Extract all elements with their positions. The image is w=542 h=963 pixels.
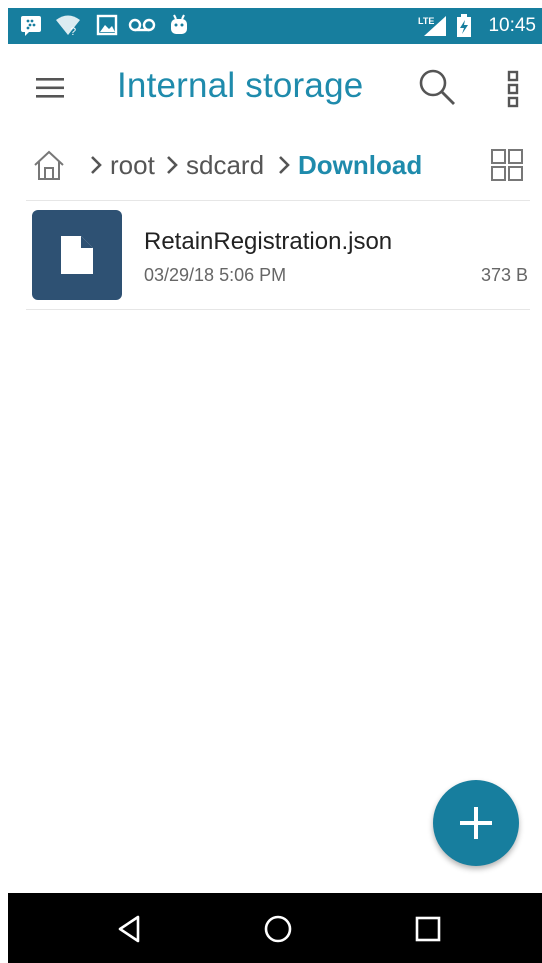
divider — [26, 200, 530, 201]
home-icon[interactable] — [32, 148, 66, 182]
image-icon — [96, 14, 118, 41]
file-list-item[interactable]: RetainRegistration.json 03/29/18 5:06 PM… — [26, 202, 530, 308]
lte-signal-icon: LTE — [418, 14, 448, 43]
file-manager-screen: ? LTE 10:45 Internal storage root sdcard… — [0, 0, 542, 963]
grid-view-icon[interactable] — [490, 148, 524, 182]
wifi-icon: ? — [54, 14, 82, 41]
add-fab-button[interactable] — [433, 780, 519, 866]
file-icon — [61, 236, 93, 274]
chevron-right-icon — [88, 154, 104, 176]
app-toolbar: Internal storage — [0, 44, 542, 136]
status-bar: ? LTE 10:45 — [8, 8, 542, 44]
svg-text:LTE: LTE — [418, 16, 434, 26]
file-date: 03/29/18 5:06 PM — [144, 265, 287, 285]
search-icon[interactable] — [416, 66, 458, 108]
battery-charging-icon — [456, 14, 472, 43]
breadcrumb: root sdcard Download — [0, 140, 542, 194]
system-nav-bar — [8, 893, 542, 963]
page-title: Internal storage — [117, 66, 364, 105]
status-time: 10:45 — [488, 15, 536, 36]
chevron-right-icon — [276, 154, 292, 176]
hamburger-menu-icon[interactable] — [34, 76, 66, 100]
android-icon — [168, 14, 190, 41]
breadcrumb-item-download[interactable]: Download — [298, 150, 422, 181]
blackberry-messenger-icon — [20, 14, 42, 41]
recents-icon[interactable] — [412, 913, 444, 945]
more-vertical-icon[interactable] — [500, 68, 526, 110]
breadcrumb-item-root[interactable]: root — [110, 150, 155, 181]
file-thumbnail — [32, 210, 122, 300]
plus-icon — [460, 807, 492, 839]
home-circle-icon[interactable] — [262, 913, 294, 945]
divider — [26, 309, 530, 310]
chevron-right-icon — [164, 154, 180, 176]
voicemail-icon — [128, 14, 156, 41]
breadcrumb-item-sdcard[interactable]: sdcard — [186, 150, 264, 181]
file-name: RetainRegistration.json — [144, 228, 393, 255]
svg-text:?: ? — [70, 26, 76, 36]
back-icon[interactable] — [114, 913, 146, 945]
file-size: 373 B — [480, 265, 528, 285]
